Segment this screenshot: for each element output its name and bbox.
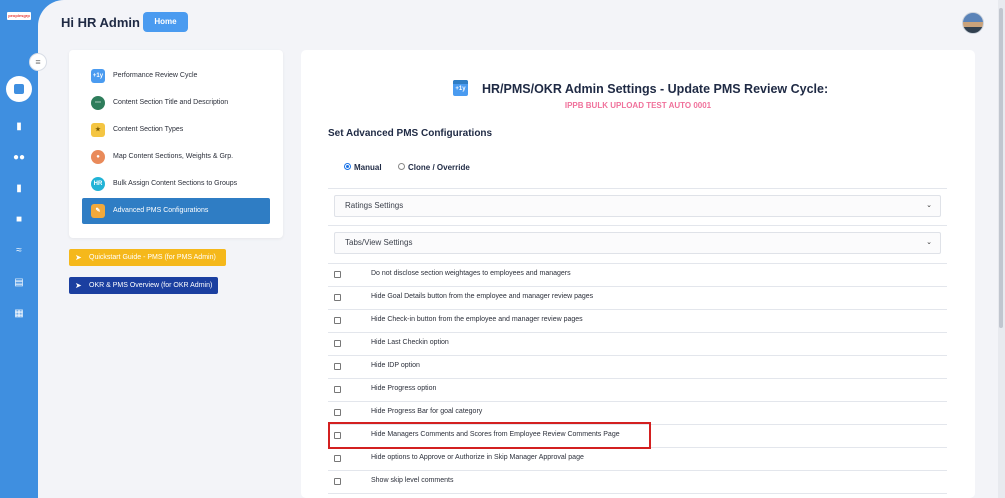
- page-scrollbar-thumb[interactable]: [999, 8, 1003, 328]
- radio-unselected-icon: [398, 163, 405, 171]
- option-row: Hide options to Approve or Authorize in …: [328, 447, 947, 470]
- menu-item-content-section-types[interactable]: ★ Content Section Types: [82, 117, 270, 143]
- rocket-icon: ➤: [75, 281, 82, 290]
- checkbox[interactable]: [334, 409, 341, 416]
- okr-overview-label: OKR & PMS Overview (for OKR Admin): [89, 282, 213, 289]
- menu-item-performance-review-cycle[interactable]: +1y Performance Review Cycle: [82, 63, 270, 89]
- company-logo[interactable]: peoplesgrp: [7, 12, 31, 20]
- menu-item-label: Bulk Assign Content Sections to Groups: [113, 180, 238, 187]
- highlight-box: [328, 422, 651, 449]
- option-label: Hide Progress Bar for goal category: [371, 408, 483, 415]
- top-bar: Hi HR Admin Home: [38, 0, 1000, 44]
- option-label: Hide IDP option: [371, 362, 420, 369]
- people-icon[interactable]: ●●: [12, 151, 26, 165]
- divider: [328, 493, 947, 494]
- rocket-icon: ➤: [75, 253, 82, 262]
- option-row: Show skip level comments: [328, 470, 947, 493]
- dots-icon: ⋯: [91, 96, 105, 110]
- checkbox[interactable]: [334, 363, 341, 370]
- calendar-icon[interactable]: ▦: [12, 307, 26, 321]
- hr-badge-icon: HR: [91, 177, 105, 191]
- settings-menu: +1y Performance Review Cycle ⋯ Content S…: [69, 50, 283, 238]
- section-title: Set Advanced PMS Configurations: [328, 128, 493, 139]
- review-cycle-name: IPPB BULK UPLOAD TEST AUTO 0001: [564, 101, 712, 110]
- config-icon: ✎: [91, 204, 105, 218]
- document-icon[interactable]: ▤: [12, 276, 26, 290]
- option-label: Show skip level comments: [371, 477, 454, 484]
- handshake-icon[interactable]: ≈: [12, 244, 26, 258]
- menu-item-label: Performance Review Cycle: [113, 72, 198, 79]
- quickstart-guide-button[interactable]: ➤ Quickstart Guide - PMS (for PMS Admin): [69, 249, 226, 266]
- checkbox[interactable]: [334, 317, 341, 324]
- radio-clone-override[interactable]: Clone / Override: [398, 163, 470, 172]
- divider: [328, 188, 947, 189]
- menu-item-bulk-assign[interactable]: HR Bulk Assign Content Sections to Group…: [82, 171, 270, 197]
- accordion-label: Ratings Settings: [345, 201, 404, 210]
- option-label: Do not disclose section weightages to em…: [371, 270, 571, 277]
- home-button[interactable]: Home: [143, 12, 188, 32]
- trophy-icon: ★: [91, 123, 105, 137]
- option-label: Hide Last Checkin option: [371, 339, 449, 346]
- checkbox[interactable]: [334, 478, 341, 485]
- left-rail: peoplesgrp ▮ ●● ▮ ■ ≈ ▤ ▦: [0, 0, 38, 498]
- calendar-icon: +1y: [91, 69, 105, 83]
- book-open-icon[interactable]: ▮: [12, 182, 26, 196]
- rail-dashboard-active[interactable]: [6, 76, 32, 102]
- calendar-icon: +1y: [453, 80, 468, 96]
- option-label: Hide options to Approve or Authorize in …: [371, 454, 584, 461]
- accordion-tabs-view-settings[interactable]: Tabs/View Settings ⌄: [334, 232, 941, 254]
- checkbox[interactable]: [334, 455, 341, 462]
- option-row: Hide Progress Bar for goal category: [328, 401, 947, 424]
- option-row: Hide Last Checkin option: [328, 332, 947, 355]
- option-label: Hide Check-in button from the employee a…: [371, 316, 583, 323]
- option-label: Hide Goal Details button from the employ…: [371, 293, 594, 300]
- checkbox[interactable]: [334, 386, 341, 393]
- collapse-toggle-icon[interactable]: ≡: [29, 53, 47, 71]
- menu-item-map-content-sections[interactable]: ● Map Content Sections, Weights & Grp.: [82, 144, 270, 170]
- option-row: Hide Progress option: [328, 378, 947, 401]
- menu-item-label: Content Section Title and Description: [113, 99, 229, 106]
- chevron-down-icon: ⌄: [926, 202, 932, 209]
- menu-item-advanced-pms-configurations[interactable]: ✎ Advanced PMS Configurations: [82, 198, 270, 224]
- radio-selected-icon: [344, 163, 351, 171]
- accordion-label: Tabs/View Settings: [345, 238, 413, 247]
- option-label: Hide Progress option: [371, 385, 437, 392]
- accordion-ratings-settings[interactable]: Ratings Settings ⌄: [334, 195, 941, 217]
- radio-manual[interactable]: Manual: [344, 163, 382, 172]
- menu-item-label: Map Content Sections, Weights & Grp.: [113, 153, 234, 160]
- book-icon[interactable]: ▮: [12, 120, 26, 134]
- option-row: Hide IDP option: [328, 355, 947, 378]
- option-row: Hide Goal Details button from the employ…: [328, 286, 947, 309]
- quickstart-guide-label: Quickstart Guide - PMS (for PMS Admin): [89, 254, 216, 261]
- option-row: Hide Check-in button from the employee a…: [328, 309, 947, 332]
- radio-manual-label: Manual: [354, 163, 382, 172]
- chart-icon[interactable]: ■: [12, 213, 26, 227]
- user-map-icon: ●: [91, 150, 105, 164]
- menu-item-label: Advanced PMS Configurations: [113, 207, 209, 214]
- radio-clone-label: Clone / Override: [408, 163, 470, 172]
- avatar[interactable]: [962, 12, 984, 34]
- menu-item-label: Content Section Types: [113, 126, 184, 133]
- dashboard-icon: [14, 84, 24, 94]
- page-title: HR/PMS/OKR Admin Settings - Update PMS R…: [482, 82, 829, 96]
- checkbox[interactable]: [334, 340, 341, 347]
- okr-overview-button[interactable]: ➤ OKR & PMS Overview (for OKR Admin): [69, 277, 218, 294]
- greeting-text: Hi HR Admin: [61, 15, 140, 30]
- checkbox[interactable]: [334, 294, 341, 301]
- option-row: Do not disclose section weightages to em…: [328, 263, 947, 286]
- divider: [328, 225, 947, 226]
- checkbox[interactable]: [334, 271, 341, 278]
- chevron-down-icon: ⌄: [926, 239, 932, 246]
- menu-item-content-section-title[interactable]: ⋯ Content Section Title and Description: [82, 90, 270, 116]
